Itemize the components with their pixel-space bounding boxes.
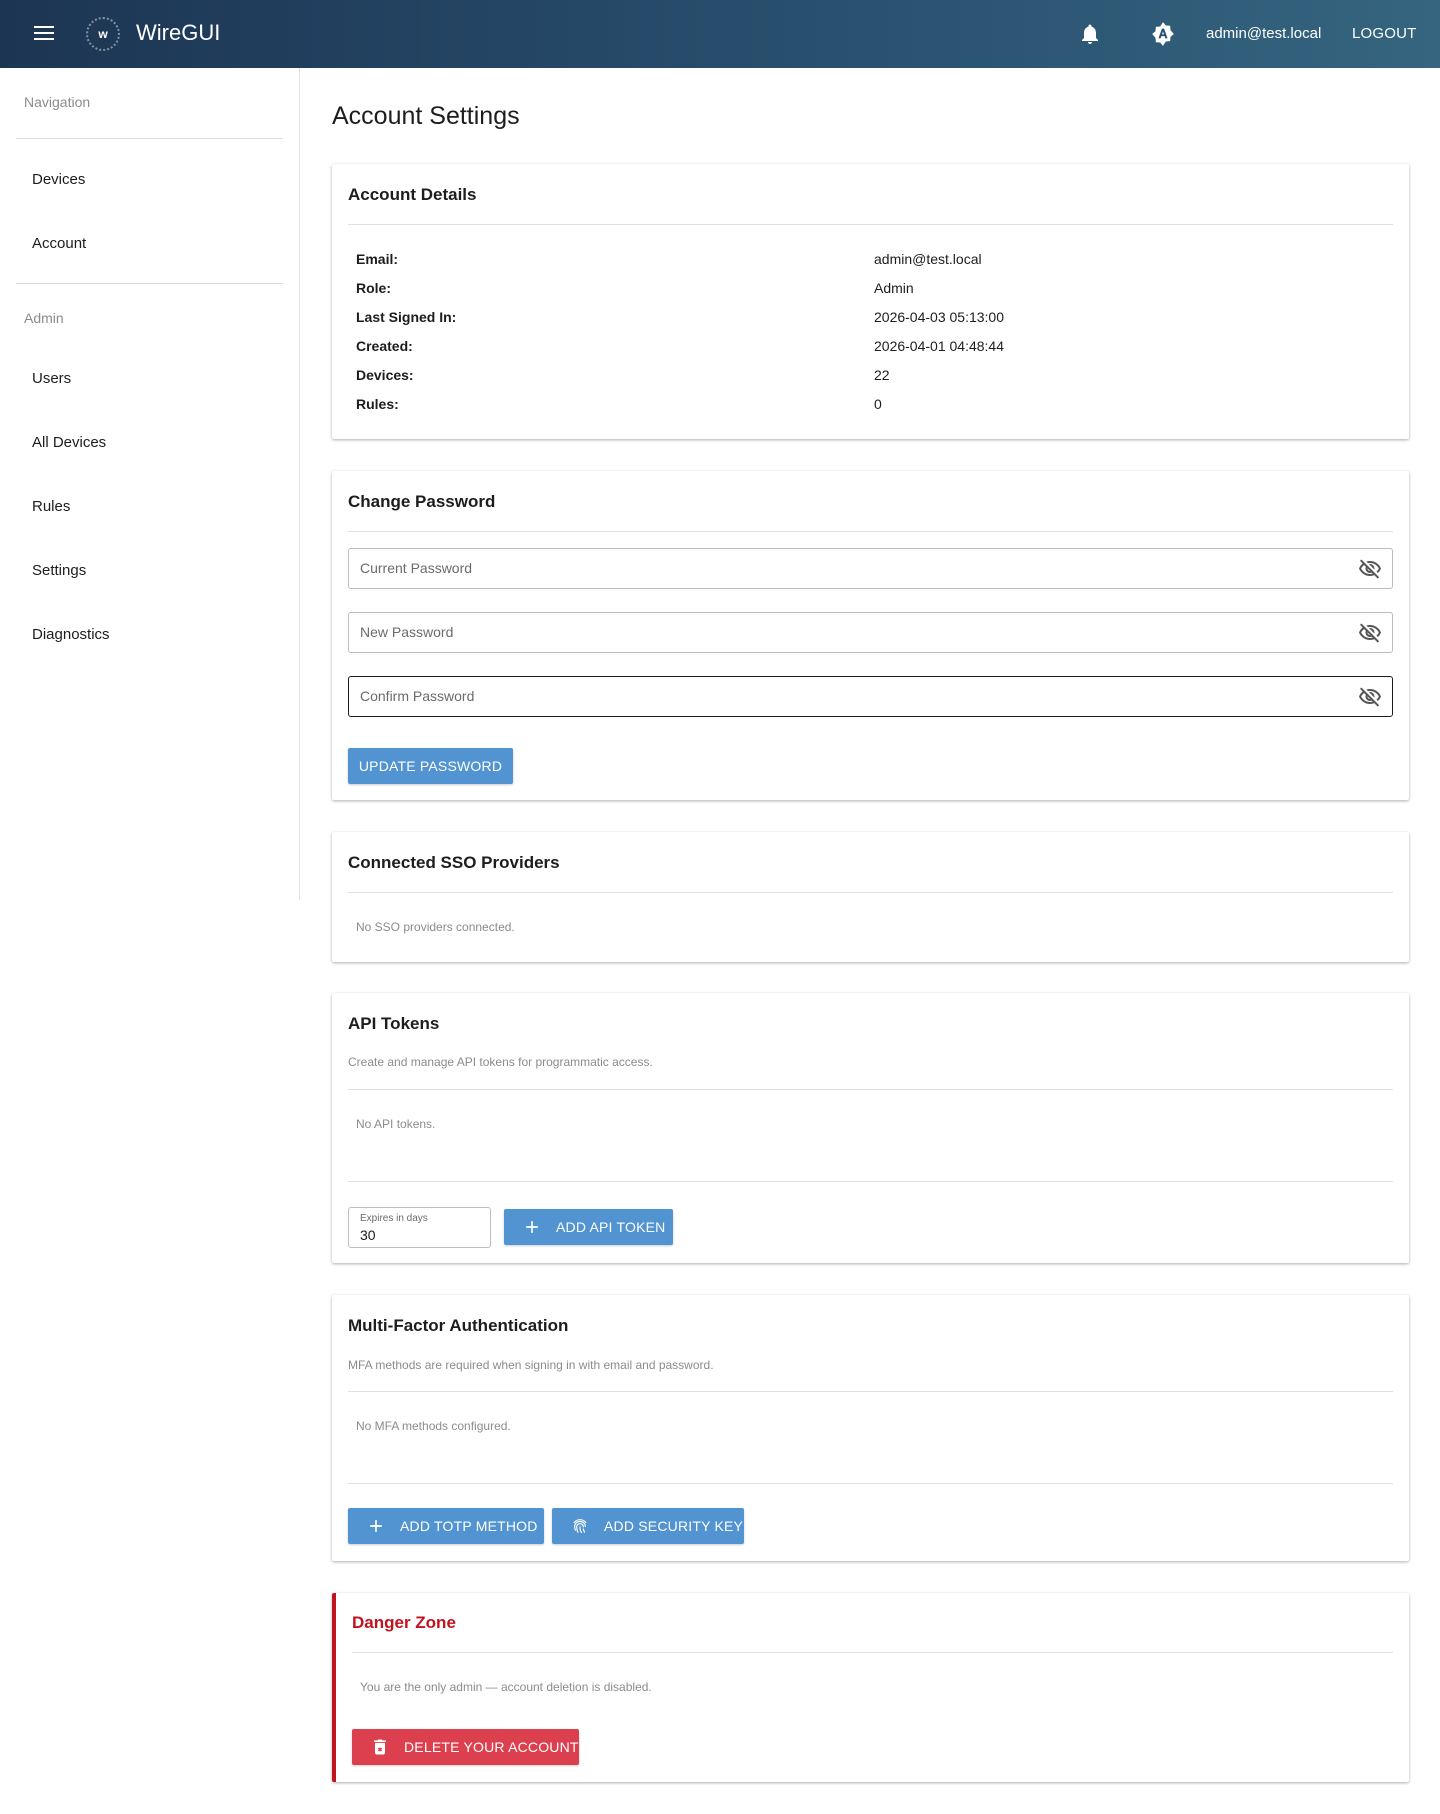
card-subtitle: MFA methods are required when signing in… <box>348 1358 714 1372</box>
expires-in-days-input[interactable]: Expires in days 30 <box>348 1207 491 1248</box>
card-divider <box>348 892 1393 893</box>
app-title: WireGUI <box>136 20 221 45</box>
detail-value-devices: 22 <box>874 367 890 383</box>
visibility-off-icon[interactable] <box>1358 621 1382 645</box>
add-security-key-button[interactable]: ADD SECURITY KEY <box>552 1508 744 1544</box>
current-password-field[interactable]: Current Password <box>348 548 1393 589</box>
page-title: Account Settings <box>332 102 520 130</box>
detail-value-role: Admin <box>874 280 914 296</box>
menu-icon[interactable] <box>30 22 58 46</box>
expires-label: Expires in days <box>360 1213 428 1224</box>
card-title: Account Details <box>348 185 477 204</box>
theme-icon[interactable] <box>1150 21 1176 47</box>
danger-zone-note: You are the only admin — account deletio… <box>360 1680 652 1694</box>
confirm-password-placeholder: Confirm Password <box>360 688 475 704</box>
card-title: API Tokens <box>348 1014 440 1033</box>
card-title: Change Password <box>348 492 496 511</box>
visibility-off-icon[interactable] <box>1358 557 1382 581</box>
sidebar-item-devices[interactable]: Devices <box>32 171 85 188</box>
detail-label-last-signed-in: Last Signed In: <box>356 309 457 325</box>
sidebar: Navigation Devices Account Admin Users A… <box>0 68 300 900</box>
card-divider <box>348 1089 1393 1090</box>
sidebar-item-rules[interactable]: Rules <box>32 498 70 515</box>
sidebar-divider <box>16 138 283 139</box>
detail-label-devices: Devices: <box>356 367 414 383</box>
mfa-card: Multi-Factor Authentication MFA methods … <box>332 1295 1409 1561</box>
plus-icon <box>526 1221 538 1233</box>
card-title: Danger Zone <box>352 1613 456 1632</box>
logout-button[interactable]: LOGOUT <box>1352 25 1417 42</box>
confirm-password-field[interactable]: Confirm Password <box>348 676 1393 717</box>
detail-value-rules: 0 <box>874 396 882 412</box>
fingerprint-icon <box>573 1519 587 1533</box>
sidebar-item-account[interactable]: Account <box>32 235 86 252</box>
mfa-empty-text: No MFA methods configured. <box>356 1419 511 1433</box>
card-divider <box>348 1483 1393 1484</box>
sidebar-item-all-devices[interactable]: All Devices <box>32 434 106 451</box>
visibility-off-icon[interactable] <box>1358 685 1382 709</box>
delete-icon <box>374 1739 386 1755</box>
detail-label-email: Email: <box>356 251 399 267</box>
current-password-placeholder: Current Password <box>360 560 473 576</box>
new-password-field[interactable]: New Password <box>348 612 1393 653</box>
sidebar-heading-admin: Admin <box>24 310 64 326</box>
sidebar-heading-navigation: Navigation <box>24 94 91 110</box>
card-subtitle: Create and manage API tokens for program… <box>348 1055 653 1069</box>
card-title: Multi-Factor Authentication <box>348 1316 569 1335</box>
plus-icon <box>370 1520 382 1532</box>
detail-label-role: Role: <box>356 280 391 296</box>
account-details-card: Account Details Email: admin@test.local … <box>332 164 1409 439</box>
sidebar-divider <box>16 283 283 284</box>
detail-value-email: admin@test.local <box>874 251 982 267</box>
sidebar-item-settings[interactable]: Settings <box>32 562 86 579</box>
card-divider <box>348 1391 1393 1392</box>
add-totp-method-button[interactable]: ADD TOTP METHOD <box>348 1508 544 1544</box>
detail-label-created: Created: <box>356 338 413 354</box>
card-divider <box>348 531 1393 532</box>
card-divider <box>352 1652 1393 1653</box>
api-tokens-card: API Tokens Create and manage API tokens … <box>332 993 1409 1263</box>
add-api-token-label: ADD API TOKEN <box>556 1219 666 1235</box>
change-password-card: Change Password Current Password New Pas… <box>332 471 1409 800</box>
card-divider <box>348 1181 1393 1182</box>
sso-providers-card: Connected SSO Providers No SSO providers… <box>332 832 1409 962</box>
detail-value-created: 2026-04-01 04:48:44 <box>874 338 1004 354</box>
detail-label-rules: Rules: <box>356 396 399 412</box>
sidebar-item-diagnostics[interactable]: Diagnostics <box>32 626 110 643</box>
bell-icon[interactable] <box>1078 22 1102 46</box>
detail-value-last-signed-in: 2026-04-03 05:13:00 <box>874 309 1004 325</box>
api-tokens-empty-text: No API tokens. <box>356 1117 436 1131</box>
card-divider <box>348 224 1393 225</box>
top-app-bar: w WireGUI admin@test.local LOGOUT <box>0 0 1440 68</box>
add-security-key-label: ADD SECURITY KEY <box>604 1518 744 1534</box>
delete-account-button[interactable]: DELETE YOUR ACCOUNT <box>352 1729 579 1765</box>
card-title: Connected SSO Providers <box>348 853 560 872</box>
delete-account-label: DELETE YOUR ACCOUNT <box>404 1739 579 1755</box>
user-email[interactable]: admin@test.local <box>1206 25 1321 42</box>
add-api-token-button[interactable]: ADD API TOKEN <box>504 1209 673 1245</box>
new-password-placeholder: New Password <box>360 624 454 640</box>
add-totp-method-label: ADD TOTP METHOD <box>400 1518 538 1534</box>
expires-value: 30 <box>360 1227 376 1243</box>
sidebar-item-users[interactable]: Users <box>32 370 71 387</box>
sso-empty-text: No SSO providers connected. <box>356 920 515 934</box>
app-logo: w <box>86 17 120 51</box>
update-password-button[interactable]: UPDATE PASSWORD <box>348 748 513 784</box>
danger-zone-card: Danger Zone You are the only admin — acc… <box>332 1593 1409 1782</box>
